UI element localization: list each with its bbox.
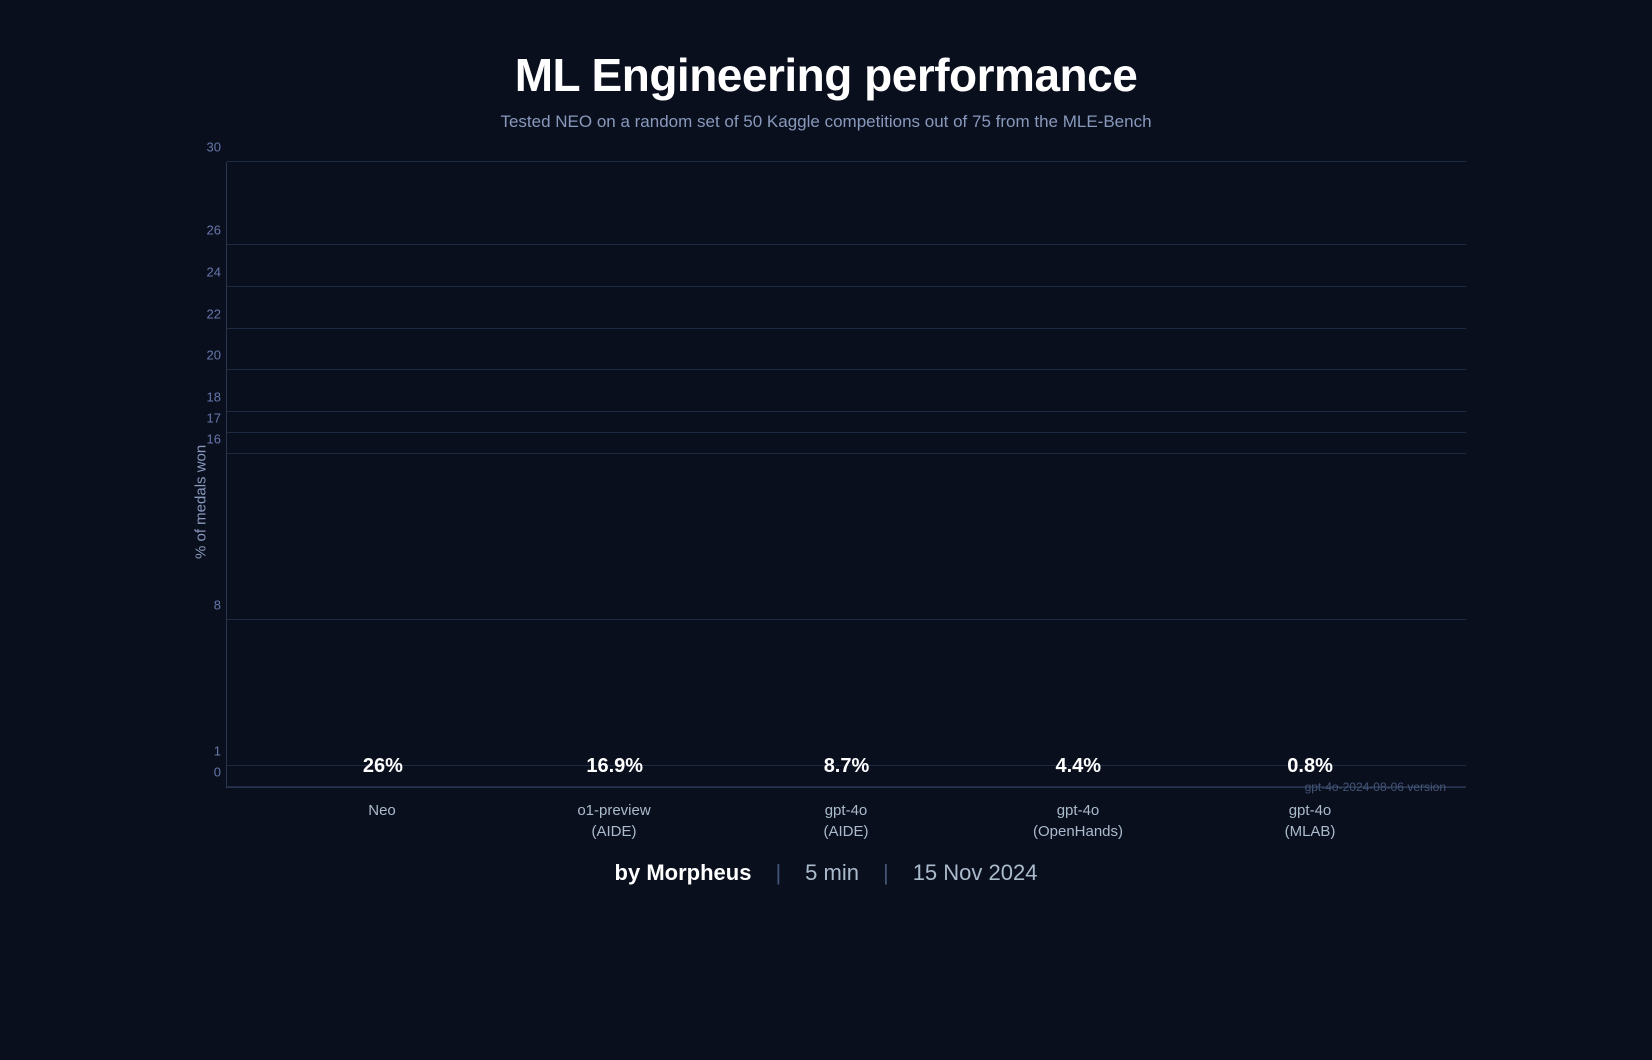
x-axis-label: gpt-4o(AIDE): [786, 800, 906, 842]
y-tick-label: 30: [189, 140, 221, 155]
x-axis-label: o1-preview(AIDE): [554, 800, 674, 842]
y-tick-label: 16: [189, 431, 221, 446]
header: ML Engineering performance Tested NEO on…: [500, 48, 1151, 132]
y-tick-label: 8: [189, 598, 221, 613]
y-tick-label: 1: [189, 744, 221, 759]
main-title: ML Engineering performance: [500, 48, 1151, 102]
subtitle: Tested NEO on a random set of 50 Kaggle …: [500, 112, 1151, 132]
y-tick-label: 17: [189, 410, 221, 425]
chart-container: % of medals won 302624222018171681026%16…: [186, 162, 1466, 842]
x-axis-label: gpt-4o(OpenHands): [1018, 800, 1138, 842]
x-axis-label: gpt-4o(MLAB): [1250, 800, 1370, 842]
footer-date: 15 Nov 2024: [913, 860, 1038, 886]
bar-value-label: 8.7%: [824, 755, 870, 778]
footer-sep2: |: [883, 860, 889, 886]
chart-inner: 302624222018171681026%16.9%8.7%4.4%0.8% …: [226, 162, 1466, 842]
y-tick-label: 24: [189, 265, 221, 280]
y-tick-label: 26: [189, 223, 221, 238]
y-tick-label: 18: [189, 390, 221, 405]
footer-by: by Morpheus: [615, 860, 752, 886]
x-axis-label: Neo: [322, 800, 442, 842]
y-tick-label: 22: [189, 306, 221, 321]
footer-sep1: |: [775, 860, 781, 886]
footer: by Morpheus | 5 min | 15 Nov 2024: [615, 860, 1038, 886]
y-tick-label: 20: [189, 348, 221, 363]
grid-area: 302624222018171681026%16.9%8.7%4.4%0.8%: [226, 162, 1466, 788]
version-note: gpt-4o-2024-08-06 version: [1305, 780, 1446, 794]
bars-area: 26% 16.9% 8.7% 4.4% 0.8%: [227, 162, 1466, 787]
footer-duration: 5 min: [805, 860, 859, 886]
x-axis-labels: Neo o1-preview(AIDE) gpt-4o(AIDE) gpt-4o(Op…: [226, 800, 1466, 842]
bar-value-label: 0.8%: [1287, 755, 1333, 778]
y-tick-label: 0: [189, 765, 221, 780]
bar-value-label: 26%: [363, 755, 403, 778]
bar-value-label: 16.9%: [586, 755, 643, 778]
bar-value-label: 4.4%: [1055, 755, 1101, 778]
